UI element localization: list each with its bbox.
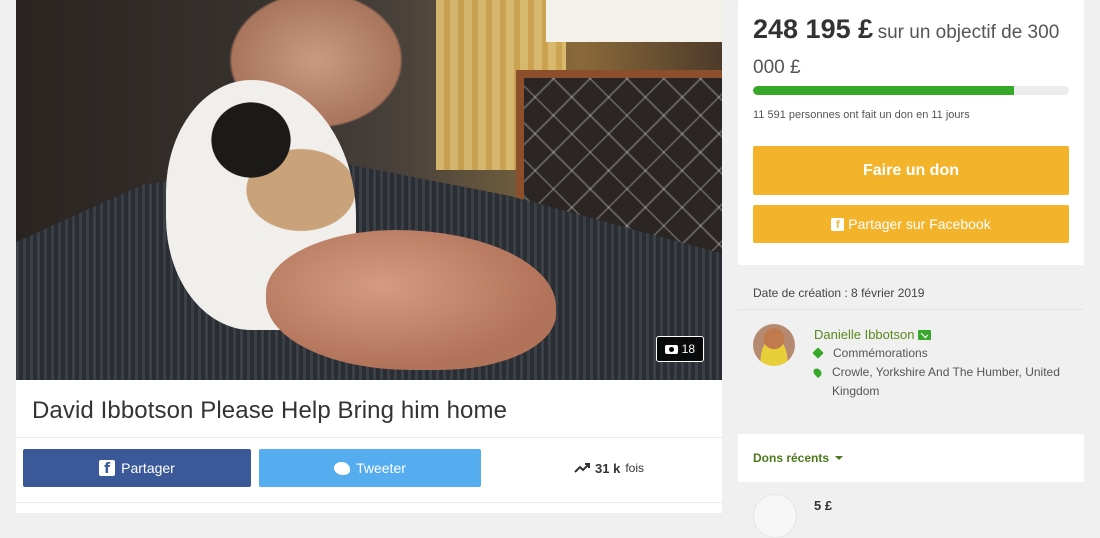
campaign-meta: Date de création : 8 février 2019 Daniel… <box>738 265 1084 425</box>
donation-amount: 5 £ <box>814 498 833 513</box>
twitter-share-button[interactable]: Tweeter <box>259 449 481 487</box>
mail-icon[interactable] <box>918 329 932 340</box>
campaign-title: David Ibbotson Please Help Bring him hom… <box>32 397 508 424</box>
recent-donations-header[interactable]: Dons récents <box>738 434 1084 482</box>
campaign-title-card: David Ibbotson Please Help Bring him hom… <box>16 380 722 513</box>
twitter-share-label: Tweeter <box>356 460 406 476</box>
organizer-info: Danielle Ibbotson Commémorations Crowle,… <box>811 325 1072 401</box>
share-on-facebook-button[interactable]: f Partager sur Facebook <box>753 205 1069 243</box>
donation-card: 248 195 £ sur un objectif de 300 000 £ 1… <box>738 0 1084 265</box>
category[interactable]: Commémorations <box>833 344 928 363</box>
recent-donations-label: Dons récents <box>753 451 830 465</box>
creation-date: Date de création : 8 février 2019 <box>753 286 925 300</box>
organizer-name: Danielle Ibbotson <box>814 327 915 342</box>
camera-icon <box>664 344 678 354</box>
divider <box>16 437 722 438</box>
location: Crowle, Yorkshire And The Humber, United… <box>832 365 1060 398</box>
twitter-icon <box>334 461 351 475</box>
list-item: 5 £ <box>738 490 1084 538</box>
photo-count: 18 <box>681 342 695 356</box>
facebook-share-button[interactable]: f Partager <box>23 449 251 487</box>
tag-icon <box>812 347 824 359</box>
amount-line: 248 195 £ sur un objectif de 300 000 £ <box>753 12 1073 86</box>
trending-up-icon <box>574 463 590 473</box>
organizer-avatar[interactable] <box>753 324 795 366</box>
share-on-facebook-label: Partager sur Facebook <box>848 216 991 232</box>
facebook-icon: f <box>831 217 845 231</box>
progress-bar <box>753 86 1069 95</box>
photo-count-badge[interactable]: 18 <box>655 336 704 362</box>
donors-summary: 11 591 personnes ont fait un don en 11 j… <box>753 109 970 121</box>
recent-donations-toggle[interactable]: Dons récents <box>753 451 844 465</box>
photo-valance <box>546 0 722 42</box>
amount-raised: 248 195 £ <box>753 14 874 44</box>
category-row: Commémorations <box>812 344 1072 363</box>
donor-avatar <box>753 494 797 538</box>
location-pin-icon <box>811 366 824 379</box>
location-row: Crowle, Yorkshire And The Humber, United… <box>811 363 1072 401</box>
facebook-share-label: Partager <box>121 460 175 476</box>
divider <box>738 309 1084 310</box>
divider <box>16 502 722 503</box>
share-count-value: 31 k <box>595 460 621 476</box>
share-row: f Partager Tweeter 31 k fois <box>23 449 699 487</box>
share-count: 31 k fois <box>519 461 699 476</box>
caret-down-icon <box>835 456 844 460</box>
progress-fill <box>753 86 1015 95</box>
share-count-suffix: fois <box>625 461 644 475</box>
campaign-photo[interactable]: 18 <box>16 0 722 380</box>
facebook-icon: f <box>99 460 116 476</box>
donate-button[interactable]: Faire un don <box>753 146 1069 195</box>
organizer-link[interactable]: Danielle Ibbotson <box>814 325 1072 344</box>
